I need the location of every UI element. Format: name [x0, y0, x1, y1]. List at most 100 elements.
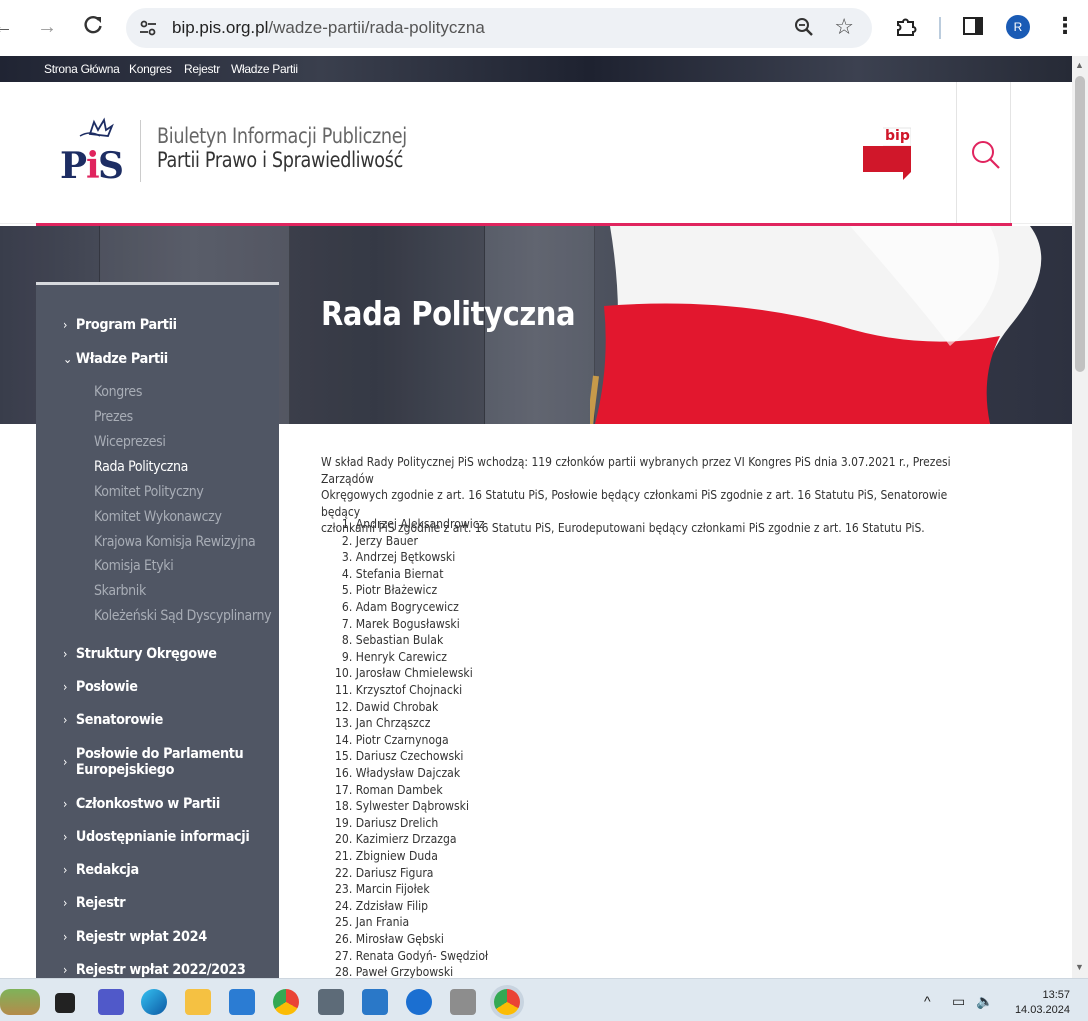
subitem-krajowa-komisja-rewizyjna[interactable]: Krajowa Komisja Rewizyjna	[94, 534, 256, 550]
chevron-right-icon: ›	[63, 896, 68, 910]
scroll-down-icon[interactable]: ▼	[1075, 962, 1084, 972]
store-icon[interactable]	[229, 989, 255, 1015]
member-number: 12.	[335, 698, 353, 714]
sidebar-item-udostepnianie[interactable]: › Udostępnianie informacji	[63, 829, 250, 845]
chrome-icon[interactable]	[273, 989, 299, 1015]
member-item: 2. Jerzy Bauer	[321, 533, 418, 548]
web-page: Strona Główna Kongres Rejestr Władze Par…	[0, 56, 1072, 978]
task-view-icon[interactable]	[55, 993, 75, 1013]
member-item: 14. Piotr Czarnynoga	[321, 732, 449, 747]
reload-icon[interactable]	[80, 14, 106, 40]
member-number: 2.	[341, 532, 353, 548]
member-name: Krzysztof Chojnacki	[355, 682, 463, 697]
clock[interactable]: 13:57 14.03.2024	[1012, 988, 1070, 1018]
back-icon[interactable]: ←	[0, 14, 16, 40]
member-number: 18.	[335, 798, 353, 814]
extensions-icon[interactable]	[894, 14, 920, 40]
bip-logo[interactable]: bip	[863, 124, 912, 180]
member-number: 24.	[335, 897, 353, 913]
site-info-icon[interactable]	[138, 18, 158, 38]
tray-chevron-up-icon[interactable]: ^	[924, 993, 931, 1009]
topnav-home[interactable]: Strona Główna	[44, 62, 120, 76]
subitem-kongres[interactable]: Kongres	[94, 384, 142, 400]
sidebar-item-label: Udostępnianie informacji	[75, 829, 250, 845]
subitem-komisja-etyki[interactable]: Komisja Etyki	[94, 558, 174, 574]
sidebar-item-poslowie[interactable]: › Posłowie	[63, 679, 138, 695]
url-text[interactable]: bip.pis.org.pl/wadze-partii/rada-polityc…	[172, 18, 485, 38]
sidebar-item-rejestr-wplat-2024[interactable]: › Rejestr wpłat 2024	[63, 929, 207, 945]
file-explorer-icon[interactable]	[185, 989, 211, 1015]
teams-icon[interactable]	[98, 989, 124, 1015]
member-item: 11. Krzysztof Chojnacki	[321, 682, 462, 697]
member-number: 17.	[335, 781, 353, 797]
page-scrollbar[interactable]: ▲ ▼	[1072, 56, 1088, 978]
sidebar-item-czlonkostwo[interactable]: › Członkostwo w Partii	[63, 796, 220, 812]
clock-time: 13:57	[1042, 989, 1070, 1001]
member-number: 13.	[335, 715, 353, 731]
sidebar-item-senatorowie[interactable]: › Senatorowie	[63, 712, 163, 728]
address-bar[interactable]: bip.pis.org.pl/wadze-partii/rada-polityc…	[126, 8, 872, 48]
chrome-active-icon[interactable]	[494, 989, 520, 1015]
volume-icon[interactable]: 🔈	[976, 993, 993, 1010]
zoom-icon[interactable]	[794, 17, 814, 42]
forward-icon[interactable]: →	[34, 14, 60, 40]
topnav-kongres[interactable]: Kongres	[129, 62, 172, 76]
topnav-rejestr[interactable]: Rejestr	[184, 62, 220, 76]
chevron-right-icon: ›	[63, 930, 68, 944]
pis-logo[interactable]: P i S	[60, 116, 126, 187]
widgets-icon[interactable]	[0, 989, 40, 1015]
member-name: Henryk Carewicz	[355, 648, 448, 664]
sidebar-item-label: Redakcja	[75, 862, 139, 878]
profile-avatar[interactable]: R	[1006, 15, 1030, 39]
network-icon[interactable]: ▭	[952, 993, 965, 1010]
member-number: 7.	[341, 615, 353, 631]
side-panel-icon[interactable]	[963, 17, 983, 35]
logo-divider	[140, 120, 141, 182]
subitem-prezes[interactable]: Prezes	[94, 409, 133, 425]
member-item: 12. Dawid Chrobak	[321, 699, 438, 714]
menu-kebab-icon[interactable]: ⋮	[1054, 13, 1076, 39]
member-item: 20. Kazimierz Drzazga	[321, 831, 457, 846]
sidebar-item-rejestr-wplat-2022-2023[interactable]: › Rejestr wpłat 2022/2023	[63, 962, 246, 978]
subitem-kolezenski-sad[interactable]: Koleżeński Sąd Dyscyplinarny	[94, 608, 272, 624]
edge-icon[interactable]	[141, 989, 167, 1015]
member-item: 27. Renata Godyń- Swędzioł	[321, 948, 488, 963]
sidebar-item-poslowie-pe[interactable]: › Posłowie do Parlamentu Europejskiego	[63, 746, 244, 778]
chevron-right-icon: ›	[63, 713, 68, 727]
photos-icon[interactable]	[362, 989, 388, 1015]
bookmark-star-icon[interactable]: ☆	[834, 14, 854, 40]
sidebar-item-rejestr[interactable]: › Rejestr	[63, 895, 126, 911]
topnav-wladze[interactable]: Władze Partii	[231, 62, 298, 76]
member-number: 16.	[335, 765, 353, 780]
member-name: Adam Bogrycewicz	[355, 599, 459, 614]
member-name: Jerzy Bauer	[355, 532, 418, 548]
member-name: Stefania Biernat	[355, 565, 444, 581]
sidebar-item-wladze-partii[interactable]: ⌄ Władze Partii	[63, 351, 168, 367]
subitem-komitet-wykonawczy[interactable]: Komitet Wykonawczy	[94, 509, 222, 525]
member-item: 7. Marek Bogusławski	[321, 616, 460, 631]
search-button[interactable]	[956, 82, 1011, 224]
member-number: 22.	[335, 864, 353, 880]
member-item: 15. Dariusz Czechowski	[321, 748, 463, 763]
sidebar-item-label: Senatorowie	[75, 712, 163, 728]
scrollbar-thumb[interactable]	[1075, 76, 1085, 372]
windows-taskbar: ^ ▭ 🔈 13:57 14.03.2024	[0, 978, 1088, 1021]
member-number: 25.	[335, 914, 353, 930]
sidebar-item-label: Rejestr	[75, 895, 126, 911]
intro-line: W skład Rady Politycznej PiS wchodzą: 11…	[321, 454, 951, 486]
subitem-wiceprezesi[interactable]: Wiceprezesi	[94, 434, 166, 450]
sidebar-item-redakcja[interactable]: › Redakcja	[63, 862, 139, 878]
top-navigation: Strona Główna Kongres Rejestr Władze Par…	[0, 56, 1072, 82]
sidebar-item-struktury-okregowe[interactable]: › Struktury Okręgowe	[63, 646, 217, 662]
member-number: 6.	[341, 599, 353, 614]
subitem-rada-polityczna[interactable]: Rada Polityczna	[94, 459, 188, 475]
app-icon[interactable]	[406, 989, 432, 1015]
sidebar-item-program-partii[interactable]: › Program Partii	[63, 317, 177, 333]
subitem-skarbnik[interactable]: Skarbnik	[94, 583, 146, 599]
subitem-komitet-polityczny[interactable]: Komitet Polityczny	[94, 484, 204, 500]
microphone-app-icon[interactable]	[450, 989, 476, 1015]
member-name: Mirosław Gębski	[355, 931, 444, 946]
calculator-icon[interactable]	[318, 989, 344, 1015]
scroll-up-icon[interactable]: ▲	[1075, 60, 1084, 70]
sidebar-item-label-line2: Europejskiego	[75, 762, 175, 778]
